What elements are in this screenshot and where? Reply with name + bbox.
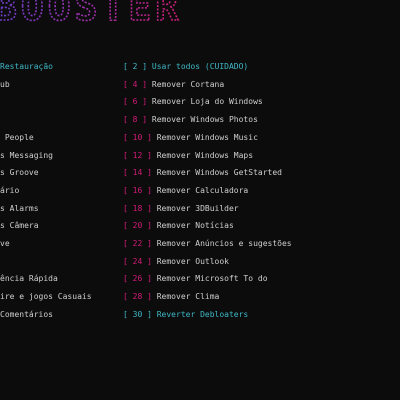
option-number: [ 20 ] (123, 221, 152, 231)
option-label: Remover Outlook (156, 256, 229, 266)
option-label: Remover Windows Maps (156, 150, 254, 160)
right-menu-item[interactable]: [ 2 ] Usar todos (CUIDADO) (123, 61, 248, 73)
option-label: Remover 3DBuilder (156, 203, 239, 213)
right-menu-item[interactable]: [ 26 ] Remover Microsoft To do (123, 273, 268, 285)
menu-row: People[ 10 ] Remover Windows Music (0, 132, 400, 144)
right-menu-item[interactable]: [ 6 ] Remover Loja do Windows (123, 96, 263, 108)
ascii-banner: BOOSTER (0, 0, 400, 28)
left-menu-item[interactable]: ve (0, 238, 120, 250)
option-number: [ 2 ] (123, 62, 148, 71)
option-number: [ 18 ] (123, 203, 152, 213)
option-label: Remover Windows Photos (151, 115, 258, 125)
option-label: Remover Anúncios e sugestões (156, 239, 292, 248)
right-menu-item[interactable]: [ 20 ] Remover Notícias (123, 220, 234, 232)
right-menu-item[interactable]: [ 4 ] Remover Cortana (123, 79, 224, 91)
left-menu-item[interactable]: ência Rápida (0, 273, 120, 285)
menu-row: Restauração[ 2 ] Usar todos (CUIDADO) (0, 61, 400, 73)
left-menu-item[interactable]: s Messaging (0, 150, 120, 162)
right-menu-item[interactable]: [ 12 ] Remover Windows Maps (123, 150, 253, 162)
right-menu-item[interactable]: [ 16 ] Remover Calculadora (123, 185, 248, 197)
right-menu-item[interactable]: [ 22 ] Remover Anúncios e sugestões (123, 238, 292, 250)
menu-row: ência Rápida[ 26 ] Remover Microsoft To … (0, 273, 400, 285)
menu-row: [ 24 ] Remover Outlook (0, 256, 400, 268)
option-label: Reverter Debloaters (156, 309, 249, 319)
menu-row: s Câmera[ 20 ] Remover Notícias (0, 220, 400, 232)
option-number: [ 28 ] (123, 292, 152, 302)
option-label: Usar todos (CUIDADO) (151, 62, 249, 71)
menu-row: [ 8 ] Remover Windows Photos (0, 114, 400, 126)
left-menu-item[interactable]: People (0, 132, 120, 144)
option-number: [ 30 ] (123, 309, 152, 319)
left-menu-item[interactable]: Comentários (0, 309, 120, 321)
right-menu-item[interactable]: [ 10 ] Remover Windows Music (123, 132, 258, 144)
left-menu-item[interactable]: ário (0, 185, 120, 197)
option-label: Remover Notícias (156, 221, 234, 231)
menu-row: ub[ 4 ] Remover Cortana (0, 79, 400, 91)
left-menu-item[interactable]: ire e jogos Casuais (0, 291, 120, 303)
left-menu-item[interactable]: s Câmera (0, 220, 120, 232)
option-number: [ 22 ] (123, 239, 152, 248)
left-menu-item[interactable]: ub (0, 79, 120, 91)
option-label: Remover Windows GetStarted (156, 168, 282, 178)
option-number: [ 24 ] (123, 256, 152, 266)
right-menu-item[interactable]: [ 24 ] Remover Outlook (123, 256, 229, 268)
option-label: Remover Cortana (151, 79, 225, 89)
menu-row: ário[ 16 ] Remover Calculadora (0, 185, 400, 197)
menu-row: Comentários[ 30 ] Reverter Debloaters (0, 309, 400, 321)
menu-row: s Groove[ 14 ] Remover Windows GetStarte… (0, 167, 400, 179)
right-menu-item[interactable]: [ 14 ] Remover Windows GetStarted (123, 167, 282, 179)
menu-row: ire e jogos Casuais[ 28 ] Remover Clima (0, 291, 400, 303)
option-label: Remover Clima (156, 292, 220, 302)
option-label: Remover Calculadora (156, 185, 249, 195)
right-menu-item[interactable]: [ 28 ] Remover Clima (123, 291, 219, 303)
menu-row: [ 6 ] Remover Loja do Windows (0, 96, 400, 108)
option-number: [ 10 ] (123, 132, 152, 142)
left-menu-item[interactable]: s Alarms (0, 203, 120, 215)
banner-title: BOOSTER (0, 0, 182, 28)
option-number: [ 16 ] (123, 185, 152, 195)
option-label: Remover Microsoft To do (156, 274, 268, 284)
option-number: [ 14 ] (123, 168, 152, 178)
option-label: Remover Windows Music (156, 132, 258, 142)
left-menu-item[interactable]: s Groove (0, 167, 120, 179)
option-number: [ 8 ] (123, 115, 148, 125)
menu-row: s Alarms[ 18 ] Remover 3DBuilder (0, 203, 400, 215)
right-menu-item[interactable]: [ 30 ] Reverter Debloaters (123, 309, 248, 321)
option-number: [ 4 ] (123, 79, 148, 89)
menu-row: ve[ 22 ] Remover Anúncios e sugestões (0, 238, 400, 250)
option-number: [ 26 ] (123, 274, 152, 284)
menu-row: s Messaging[ 12 ] Remover Windows Maps (0, 150, 400, 162)
right-menu-item[interactable]: [ 8 ] Remover Windows Photos (123, 114, 258, 126)
option-number: [ 6 ] (123, 97, 148, 107)
option-number: [ 12 ] (123, 150, 152, 160)
left-menu-item[interactable]: Restauração (0, 61, 120, 73)
option-label: Remover Loja do Windows (151, 97, 263, 107)
right-menu-item[interactable]: [ 18 ] Remover 3DBuilder (123, 203, 239, 215)
banner-svg: BOOSTER (0, 0, 182, 28)
